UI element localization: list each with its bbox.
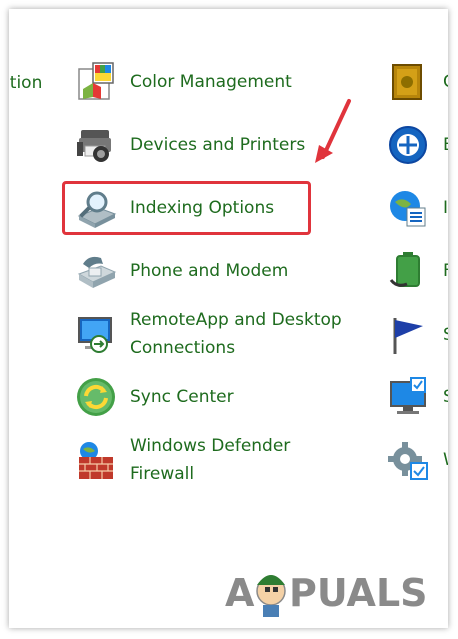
control-panel-window: ption Color Management Devices and Print… [9, 9, 448, 628]
red-arrow-annotation [315, 99, 351, 163]
sync-center-label: Sync Center [130, 387, 234, 407]
credential-manager-icon[interactable] [387, 61, 429, 103]
right-partial-label-1[interactable]: C [443, 68, 448, 96]
appuals-watermark: A PUALS [225, 571, 428, 617]
internet-options-icon[interactable] [387, 188, 429, 230]
right-partial-label-7[interactable]: W [443, 446, 448, 474]
right-partial-label-3[interactable]: I [443, 194, 448, 222]
devices-printers-icon [77, 130, 111, 162]
system-icon[interactable] [387, 376, 429, 418]
color-management-icon [78, 62, 114, 100]
phone-modem-icon [77, 256, 117, 288]
right-partial-label-5[interactable]: S [443, 321, 448, 349]
firewall-icon [79, 442, 113, 479]
remoteapp-label-line2: Connections [130, 338, 236, 358]
security-maintenance-icon[interactable] [387, 314, 429, 356]
firewall-label-line2: Firewall [130, 464, 195, 484]
phone-modem-label: Phone and Modem [130, 261, 289, 281]
partial-left-label[interactable]: ption [9, 69, 42, 97]
watermark-mascot-icon [256, 575, 286, 617]
color-management-label: Color Management [130, 72, 292, 92]
right-partial-label-6[interactable]: S [443, 383, 448, 411]
right-partial-label-2[interactable]: E [443, 131, 448, 159]
windows-tools-icon[interactable] [387, 439, 429, 481]
devices-printers-label: Devices and Printers [130, 135, 306, 155]
sync-center-icon [77, 378, 115, 416]
firewall-label-line1: Windows Defender [130, 436, 291, 456]
remoteapp-icon [78, 317, 112, 353]
remoteapp-label-line1: RemoteApp and Desktop [130, 310, 342, 330]
right-partial-label-4[interactable]: F [443, 257, 448, 285]
watermark-letter-a: A [225, 571, 255, 615]
ease-of-access-icon[interactable] [387, 124, 429, 166]
indexing-options-highlight [62, 181, 311, 235]
watermark-text-puals: PUALS [289, 571, 428, 615]
power-options-icon[interactable] [387, 250, 429, 292]
